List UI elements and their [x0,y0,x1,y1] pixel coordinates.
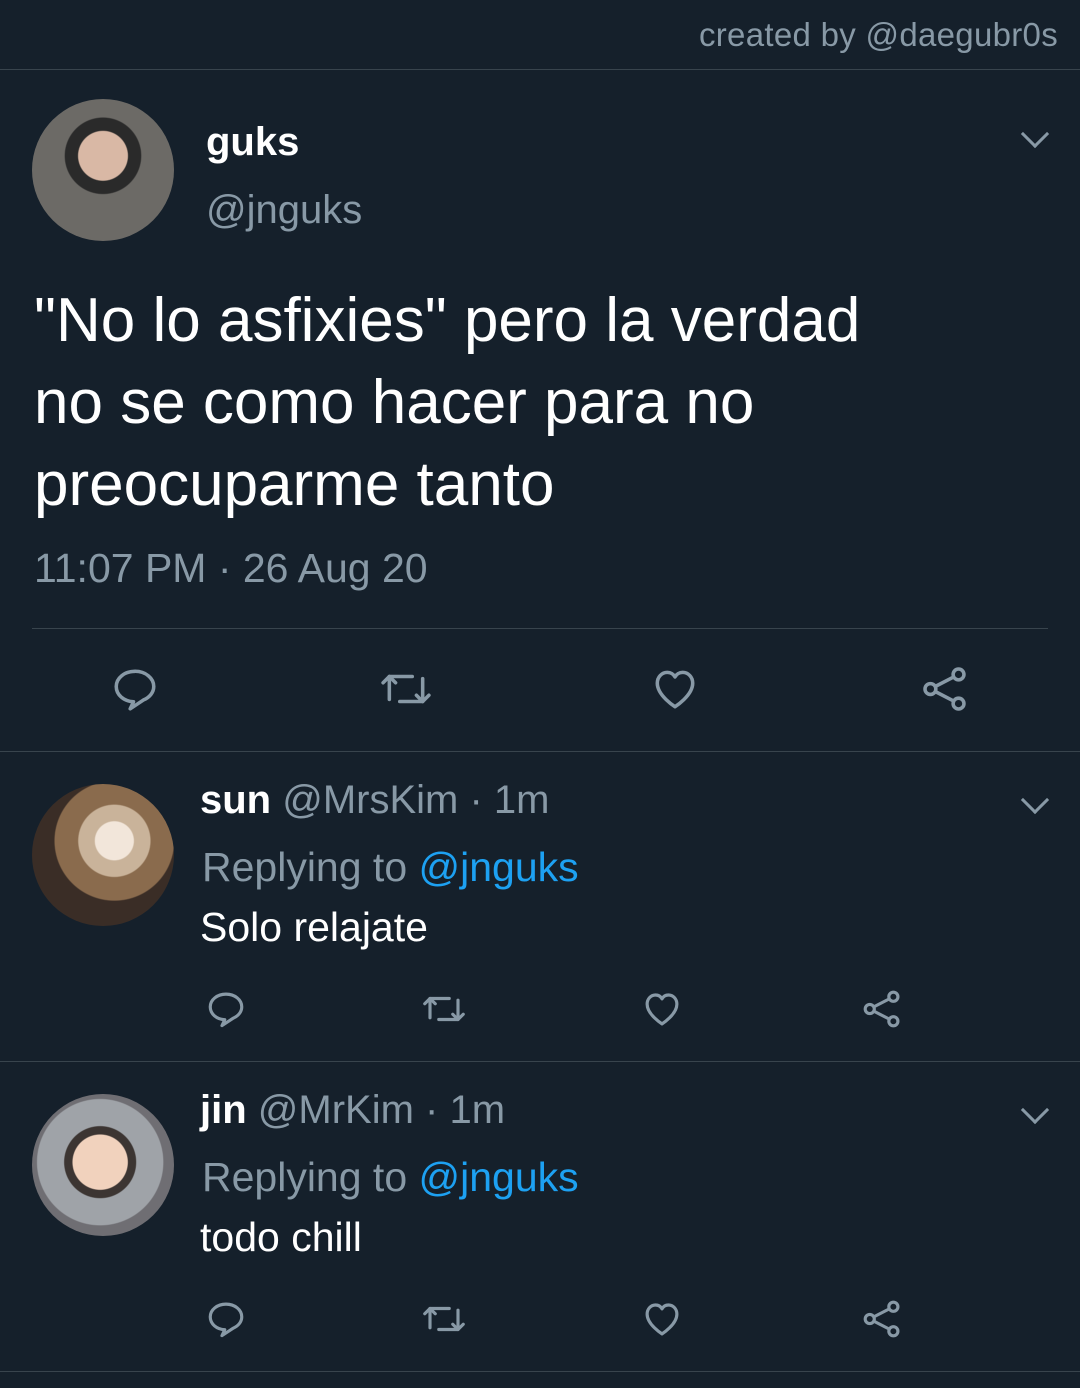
divider [32,628,1048,629]
reply-header: jin @MrKim · 1m [200,1088,505,1133]
reply-handle-time: @MrsKim · 1m [271,778,550,822]
reply-tweet[interactable]: sun @MrsKim · 1m Replying to @jnguks Sol… [0,752,1080,1062]
reply-tweet[interactable]: jin @MrKim · 1m Replying to @jnguks todo… [0,1062,1080,1372]
credit-bar: created by @daegubr0s [0,0,1080,70]
tweet-text: "No lo asfixies" pero la verdad no se co… [34,280,1034,526]
share-icon[interactable] [861,1298,903,1340]
reply-header: sun @MrsKim · 1m [200,778,549,823]
like-icon[interactable] [650,664,700,714]
reply-text: Solo relajate [200,904,428,950]
reply-icon[interactable] [205,988,247,1030]
replying-to: Replying to @jnguks [202,844,579,891]
retweet-icon[interactable] [420,1298,468,1340]
retweet-icon[interactable] [420,988,468,1030]
replying-to-label: Replying to [202,1154,419,1200]
replying-to-label: Replying to [202,844,419,890]
reply-author-name[interactable]: sun [200,778,271,822]
tweet-text-line: "No lo asfixies" pero la verdad [34,286,861,355]
replying-to-handle[interactable]: @jnguks [419,844,579,890]
tweet-text-line: no se como hacer para no [34,368,755,437]
share-icon[interactable] [861,988,903,1030]
author-handle[interactable]: @jnguks [206,188,362,233]
credit-text: created by @daegubr0s [698,16,1058,53]
avatar[interactable] [32,99,174,241]
like-icon[interactable] [641,988,683,1030]
reply-icon[interactable] [110,664,160,714]
avatar[interactable] [32,1094,174,1236]
replying-to-handle[interactable]: @jnguks [419,1154,579,1200]
chevron-down-icon[interactable] [1020,785,1050,815]
author-name[interactable]: guks [206,120,299,165]
like-icon[interactable] [641,1298,683,1340]
tweet-timestamp[interactable]: 11:07 PM · 26 Aug 20 [34,545,428,592]
reply-icon[interactable] [205,1298,247,1340]
replying-to: Replying to @jnguks [202,1154,579,1201]
reply-author-name[interactable]: jin [200,1088,247,1132]
chevron-down-icon[interactable] [1020,119,1050,149]
main-tweet: guks @jnguks "No lo asfixies" pero la ve… [0,70,1080,752]
retweet-icon[interactable] [378,664,434,714]
avatar[interactable] [32,784,174,926]
share-icon[interactable] [920,664,970,714]
tweet-text-line: preocuparme tanto [34,450,555,519]
reply-text: todo chill [200,1214,362,1260]
reply-handle-time: @MrKim · 1m [246,1088,506,1132]
chevron-down-icon[interactable] [1020,1095,1050,1125]
